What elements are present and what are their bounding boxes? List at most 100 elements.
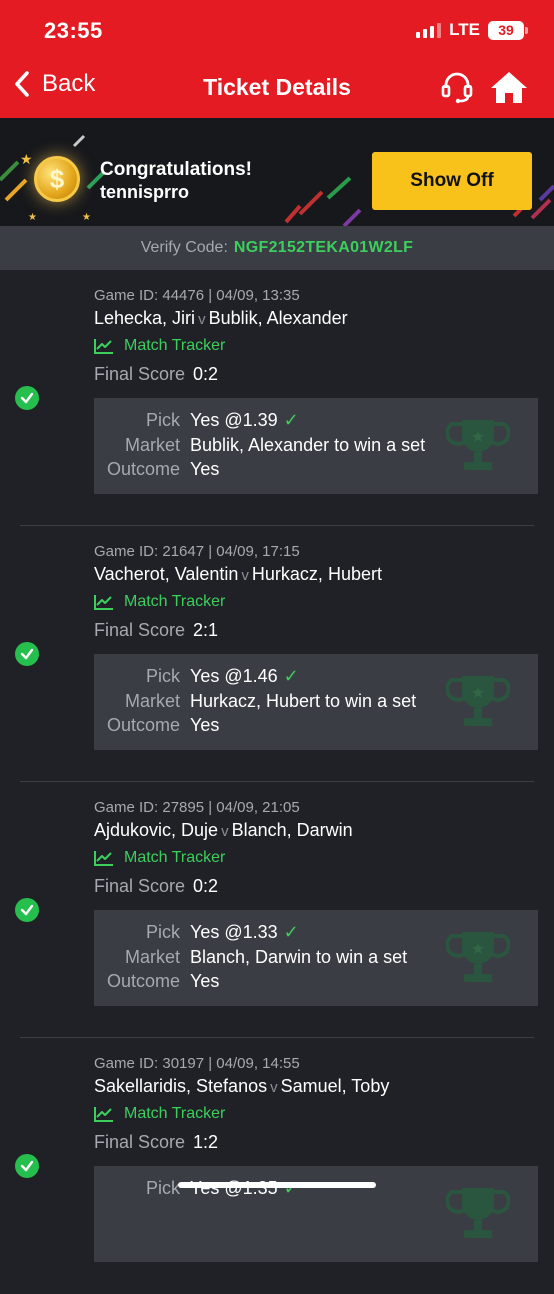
status-indicators: LTE 39 [416,20,528,40]
home-player: Sakellaridis, Stefanos [94,1076,268,1096]
final-score: Final Score 2:1 [94,620,218,641]
home-indicator[interactable] [178,1182,376,1188]
pick-value: Yes @1.35 [190,1178,278,1198]
final-score: Final Score 0:2 [94,364,218,385]
verify-code[interactable]: NGF2152TEKA01W2LF [234,239,413,257]
home-player: Lehecka, Jiri [94,308,196,328]
final-score-value: 0:2 [193,364,219,384]
final-score-value: 2:1 [193,620,219,640]
verify-code-bar: Verify Code: NGF2152TEKA01W2LF [0,226,554,270]
back-label: Back [42,70,96,97]
game-id: Game ID: 27895 | 04/09, 21:05 [94,799,300,816]
username: tennisprro [100,182,190,202]
home-player: Vacherot, Valentin [94,564,239,584]
pick-value: Yes @1.39 [190,410,278,430]
battery-icon: 39 [488,20,528,40]
market-label: Market [124,691,180,711]
match-tracker-label: Match Tracker [124,337,226,354]
outcome-label: Outcome [106,715,180,735]
ticket-item: Game ID: 44476 | 04/09, 13:35 Lehecka, J… [0,270,554,526]
check-circle-icon [15,1154,39,1178]
final-score: Final Score 0:2 [94,876,218,897]
network-label: LTE [449,20,480,39]
trophy-icon: ★ [446,932,510,982]
pick-label: Pick [145,666,180,686]
final-score-label: Final Score [94,876,186,896]
signal-icon [416,22,442,38]
game-id: Game ID: 30197 | 04/09, 14:55 [94,1055,300,1072]
pick-label: Pick [145,922,180,942]
check-icon: ✓ [283,1178,299,1198]
final-score-label: Final Score [94,364,186,384]
match-tracker-link[interactable]: Match Tracker [94,593,225,611]
congrats-title: Congratulations! [100,159,252,180]
chart-icon [94,1107,113,1122]
show-off-button[interactable]: Show Off [372,152,532,210]
trophy-icon: ★ [446,420,510,470]
market-value: Bublik, Alexander to win a set [190,435,426,455]
svg-text:★: ★ [28,212,37,223]
pick-value: Yes @1.46 [190,666,278,686]
versus-label: v [241,567,249,584]
svg-text:★: ★ [471,427,485,446]
match-tracker-label: Match Tracker [124,849,226,866]
final-score-value: 1:2 [193,1132,219,1152]
support-button[interactable] [440,70,474,109]
market-label: Market [124,435,180,455]
back-button[interactable]: Back [14,70,95,98]
pick-label: Pick [145,1178,180,1198]
coin-icon: $ [34,156,80,202]
game-id: Game ID: 44476 | 04/09, 13:35 [94,287,300,304]
svg-text:★: ★ [20,152,33,168]
final-score: Final Score 1:2 [94,1132,218,1153]
ticket-list: Game ID: 44476 | 04/09, 13:35 Lehecka, J… [0,270,554,1294]
verify-label: Verify Code: [140,239,228,256]
away-player: Bublik, Alexander [208,308,348,328]
match-tracker-link[interactable]: Match Tracker [94,1105,225,1123]
check-circle-icon [15,386,39,410]
match-tracker-link[interactable]: Match Tracker [94,849,225,867]
chart-icon [94,851,113,866]
pick-details: Pick Yes @1.46 ✓ Market Hurkacz, Hubert t… [94,654,538,750]
outcome-value: Yes [190,971,220,991]
check-icon: ✓ [283,666,299,686]
market-value: Hurkacz, Hubert to win a set [190,691,417,711]
match-teams: Lehecka, Jiri v Bublik, Alexander [94,308,348,329]
trophy-icon [446,1188,510,1238]
outcome-value: Yes [190,459,220,479]
check-icon: ✓ [283,922,299,942]
versus-label: v [198,311,206,328]
chart-icon [94,339,113,354]
pick-details: Pick Yes @1.35 ✓ [94,1166,538,1262]
outcome-label: Outcome [106,971,180,991]
check-circle-icon [15,642,39,666]
match-teams: Sakellaridis, Stefanos v Samuel, Toby [94,1076,389,1097]
chart-icon [94,595,113,610]
congrats-banner: ★ ★ ★ $ Congratulations! tennisprro Show… [0,118,554,226]
home-icon [491,72,527,103]
market-value: Blanch, Darwin to win a set [190,947,408,967]
match-tracker-label: Match Tracker [124,1105,226,1122]
match-tracker-label: Match Tracker [124,593,226,610]
versus-label: v [221,823,229,840]
check-icon: ✓ [283,410,299,430]
match-teams: Vacherot, Valentin v Hurkacz, Hubert [94,564,382,585]
away-player: Hurkacz, Hubert [251,564,382,584]
status-time: 23:55 [44,18,103,43]
away-player: Samuel, Toby [280,1076,390,1096]
trophy-icon: ★ [446,676,510,726]
svg-text:★: ★ [471,683,485,702]
check-circle-icon [15,898,39,922]
game-id: Game ID: 21647 | 04/09, 17:15 [94,543,300,560]
chevron-left-icon [15,71,29,97]
final-score-label: Final Score [94,620,186,640]
final-score-value: 0:2 [193,876,219,896]
headset-icon [441,72,473,104]
away-player: Blanch, Darwin [231,820,353,840]
pick-value: Yes @1.33 [190,922,278,942]
home-button[interactable] [490,70,528,109]
outcome-label: Outcome [106,459,180,479]
svg-text:★: ★ [471,939,485,958]
ticket-item: Game ID: 30197 | 04/09, 14:55 Sakellarid… [0,1038,554,1294]
match-tracker-link[interactable]: Match Tracker [94,337,225,355]
